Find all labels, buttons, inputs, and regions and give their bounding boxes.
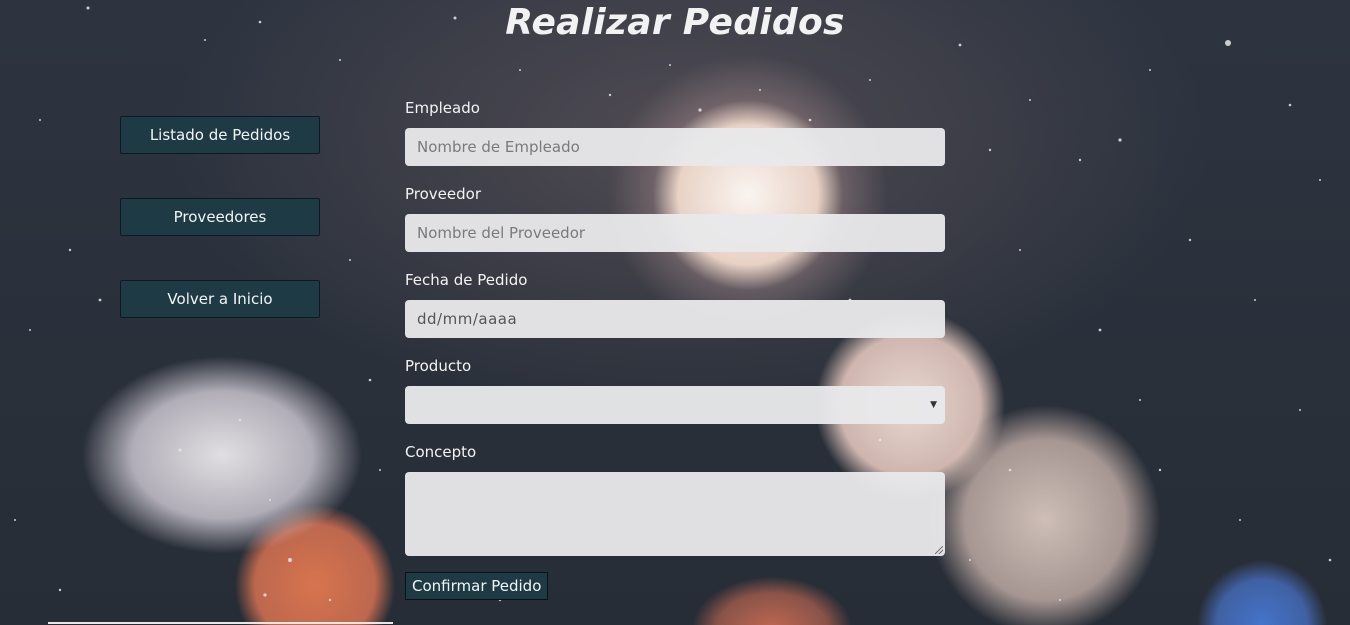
fecha-de-pedido-input[interactable]: dd/mm/aaaa [405,300,945,338]
empleado-input[interactable]: Nombre de Empleado [405,128,945,166]
caret-down-icon: ▼ [930,400,937,410]
concepto-label: Concepto [405,443,477,461]
producto-select[interactable]: ▼ [405,386,945,424]
confirmar-pedido-button[interactable]: Confirmar Pedido [405,572,549,600]
page-title: Realizar Pedidos [505,2,845,43]
proveedor-input[interactable]: Nombre del Proveedor [405,214,945,252]
resize-grip-icon[interactable] [935,546,943,554]
fecha-label: Fecha de Pedido [405,271,528,289]
proveedores-button[interactable]: Proveedores [120,198,320,236]
concepto-textarea[interactable] [405,472,945,556]
bottom-divider [48,622,393,624]
producto-label: Producto [405,357,472,375]
listado-de-pedidos-button[interactable]: Listado de Pedidos [120,116,320,154]
proveedor-placeholder: Nombre del Proveedor [417,224,586,242]
empleado-label: Empleado [405,99,480,117]
volver-a-inicio-button[interactable]: Volver a Inicio [120,280,320,318]
proveedor-label: Proveedor [405,185,481,203]
fecha-value: dd/mm/aaaa [417,310,518,328]
empleado-placeholder: Nombre de Empleado [417,138,580,156]
